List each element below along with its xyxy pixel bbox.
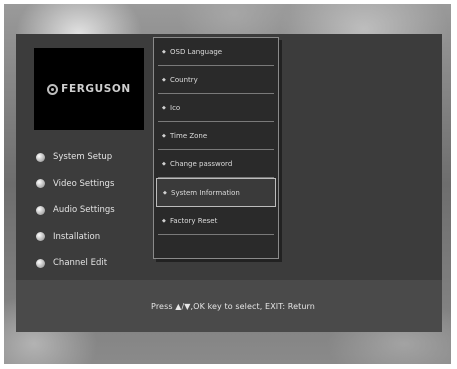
submenu-item-osd-language[interactable]: ◆ OSD Language — [158, 38, 274, 66]
submenu-item-label: Country — [170, 75, 198, 84]
menu-bullet-icon — [36, 179, 45, 189]
submenu-bullet-icon: ◆ — [162, 104, 166, 111]
main-menu-item-label: Installation — [53, 231, 101, 242]
main-menu: System Setup Video Settings Audio Settin… — [36, 144, 156, 277]
menu-bullet-icon — [36, 205, 45, 215]
submenu-item-label: Change password — [170, 159, 233, 168]
submenu-item-label: Time Zone — [170, 131, 208, 140]
main-menu-item-video-settings[interactable]: Video Settings — [36, 171, 156, 198]
main-menu-item-system-setup[interactable]: System Setup — [36, 144, 156, 171]
submenu-bullet-icon: ◆ — [162, 160, 166, 167]
submenu-bullet-icon: ◆ — [162, 217, 166, 224]
submenu-item-system-information[interactable]: ◆ System Information — [156, 178, 276, 207]
main-menu-item-label: System Setup — [53, 152, 113, 163]
main-menu-item-channel-edit[interactable]: Channel Edit — [36, 250, 156, 277]
submenu-item-label: OSD Language — [170, 47, 223, 56]
menu-bullet-icon — [36, 152, 45, 162]
brand-logo-text: FERGUSON — [61, 83, 131, 95]
menu-bullet-icon — [36, 258, 45, 268]
submenu-bullet-icon: ◆ — [162, 76, 166, 83]
brand-logo: FERGUSON — [34, 48, 144, 130]
submenu-list: ◆ OSD Language ◆ Country ◆ Ico ◆ Time Zo… — [154, 38, 278, 235]
main-menu-item-label: Video Settings — [53, 178, 115, 189]
submenu-item-country[interactable]: ◆ Country — [158, 66, 274, 94]
submenu-item-time-zone[interactable]: ◆ Time Zone — [158, 122, 274, 150]
submenu-bullet-icon: ◆ — [162, 48, 166, 55]
submenu-item-label: Ico — [170, 103, 181, 112]
main-menu-item-audio-settings[interactable]: Audio Settings — [36, 197, 156, 224]
main-menu-item-label: Channel Edit — [53, 258, 108, 269]
submenu-item-label: System Information — [171, 188, 240, 197]
submenu-item-factory-reset[interactable]: ◆ Factory Reset — [158, 207, 274, 235]
submenu-bullet-icon: ◆ — [162, 132, 166, 139]
help-bar: Press ▲/▼,OK key to select, EXIT: Return — [16, 280, 442, 332]
submenu-bullet-icon: ◆ — [163, 189, 167, 196]
system-setup-submenu: ◆ OSD Language ◆ Country ◆ Ico ◆ Time Zo… — [153, 37, 279, 259]
main-menu-item-label: Audio Settings — [53, 205, 115, 216]
submenu-item-label: Factory Reset — [170, 216, 218, 225]
submenu-item-change-password[interactable]: ◆ Change password — [158, 150, 274, 178]
menu-bullet-icon — [36, 232, 45, 242]
ferguson-logo-icon — [47, 83, 59, 95]
help-bar-text: Press ▲/▼,OK key to select, EXIT: Return — [151, 301, 315, 311]
submenu-item-ico[interactable]: ◆ Ico — [158, 94, 274, 122]
main-menu-item-installation[interactable]: Installation — [36, 224, 156, 251]
